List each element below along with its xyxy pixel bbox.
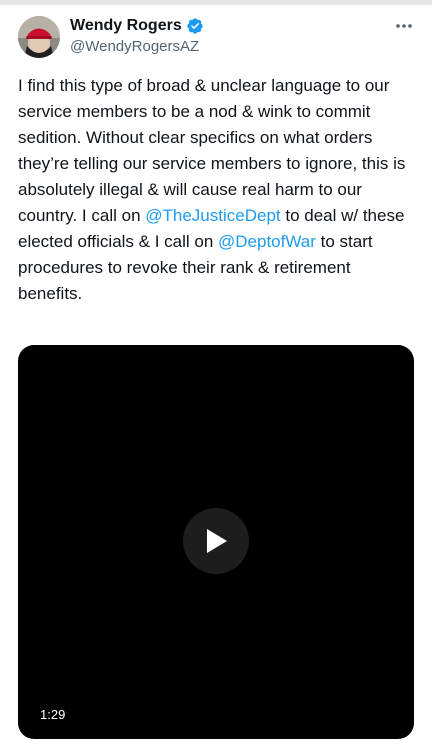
avatar[interactable]: [18, 16, 60, 58]
play-icon[interactable]: [183, 508, 249, 574]
author-name[interactable]: Wendy Rogers: [70, 16, 182, 36]
verified-badge-icon: [186, 17, 204, 35]
video-player[interactable]: 1:29: [18, 345, 414, 739]
video-duration: 1:29: [40, 707, 66, 722]
tweet-text-segment: I find this type of broad & unclear lang…: [18, 76, 406, 225]
tweet-header: Wendy Rogers @WendyRogersAZ: [18, 16, 418, 60]
more-options-icon[interactable]: [392, 16, 416, 36]
mention-link-dept-of-war[interactable]: @DeptofWar: [218, 232, 316, 251]
mention-link-justice-dept[interactable]: @TheJusticeDept: [145, 206, 280, 225]
top-divider: [0, 0, 432, 5]
author-handle[interactable]: @WendyRogersAZ: [70, 37, 204, 57]
author-block: Wendy Rogers @WendyRogersAZ: [70, 16, 204, 57]
tweet-text: I find this type of broad & unclear lang…: [18, 73, 416, 307]
